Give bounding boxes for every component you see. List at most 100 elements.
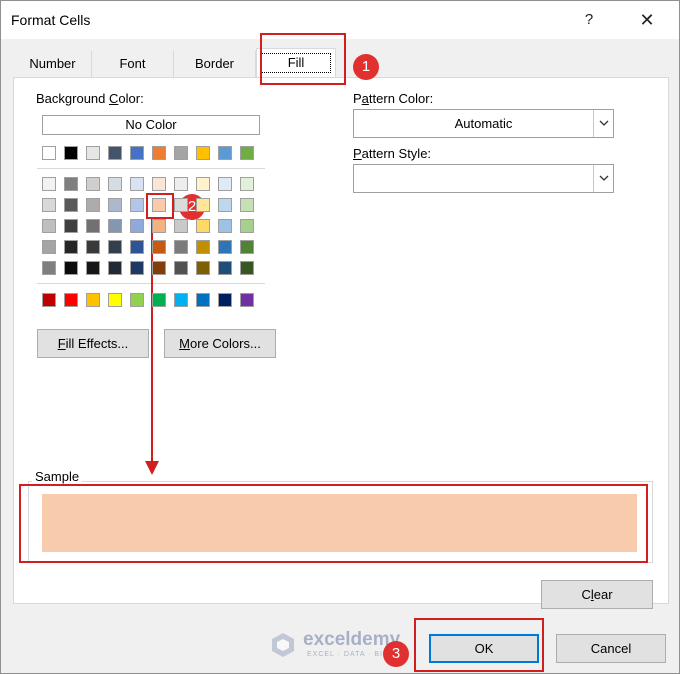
color-swatch-standard-9[interactable] — [240, 293, 254, 307]
color-swatch-theme-1[interactable] — [64, 146, 78, 160]
color-swatch-tint3-5[interactable] — [152, 240, 166, 254]
pattern-style-dropdown[interactable] — [353, 164, 614, 193]
color-swatch-tint2-0[interactable] — [42, 219, 56, 233]
color-swatch-tint2-1[interactable] — [64, 219, 78, 233]
color-swatch-tint2-9[interactable] — [240, 219, 254, 233]
color-swatch-theme-6[interactable] — [174, 146, 188, 160]
background-color-label: Background Color: — [36, 91, 144, 106]
color-swatch-standard-0[interactable] — [42, 293, 56, 307]
color-swatch-tint3-6[interactable] — [174, 240, 188, 254]
color-swatch-theme-0[interactable] — [42, 146, 56, 160]
color-swatch-tint2-5[interactable] — [152, 219, 166, 233]
color-swatch-tint1-7[interactable] — [196, 198, 210, 212]
annotation-box-sample — [19, 484, 648, 563]
color-swatch-standard-7[interactable] — [196, 293, 210, 307]
color-swatch-tint3-1[interactable] — [64, 240, 78, 254]
pattern-color-dropdown[interactable]: Automatic — [353, 109, 614, 138]
color-swatch-tint1-9[interactable] — [240, 198, 254, 212]
pattern-color-label: Pattern Color: — [353, 91, 433, 106]
color-swatch-theme-7[interactable] — [196, 146, 210, 160]
more-colors-accel: M — [179, 336, 191, 351]
color-swatch-tint2-2[interactable] — [86, 219, 100, 233]
color-swatch-standard-6[interactable] — [174, 293, 188, 307]
color-swatch-tint2-7[interactable] — [196, 219, 210, 233]
color-swatch-theme-8[interactable] — [218, 146, 232, 160]
tab-font[interactable]: Font — [92, 51, 174, 77]
color-swatch-tint4-5[interactable] — [152, 261, 166, 275]
no-color-button[interactable]: No Color — [42, 115, 260, 135]
palette-divider-top — [37, 168, 265, 169]
color-swatch-tint4-7[interactable] — [196, 261, 210, 275]
color-swatch-standard-5[interactable] — [152, 293, 166, 307]
color-swatch-tint1-2[interactable] — [86, 198, 100, 212]
color-swatch-tint4-1[interactable] — [64, 261, 78, 275]
color-swatch-standard-8[interactable] — [218, 293, 232, 307]
cancel-button[interactable]: Cancel — [556, 634, 666, 663]
chevron-down-icon[interactable] — [593, 165, 613, 192]
color-swatch-tint0-9[interactable] — [240, 177, 254, 191]
color-swatch-tint3-4[interactable] — [130, 240, 144, 254]
color-swatch-tint2-8[interactable] — [218, 219, 232, 233]
color-swatch-standard-2[interactable] — [86, 293, 100, 307]
color-swatch-tint1-6[interactable] — [174, 198, 188, 212]
annotation-box-ok — [414, 618, 544, 672]
chevron-down-icon[interactable] — [593, 110, 613, 137]
color-swatch-tint3-8[interactable] — [218, 240, 232, 254]
color-swatch-tint2-4[interactable] — [130, 219, 144, 233]
color-swatch-tint1-3[interactable] — [108, 198, 122, 212]
close-button[interactable]: ✕ — [625, 5, 669, 35]
annotation-step-3: 3 — [383, 641, 409, 667]
color-swatch-tint1-8[interactable] — [218, 198, 232, 212]
color-swatch-tint0-8[interactable] — [218, 177, 232, 191]
color-swatch-tint3-2[interactable] — [86, 240, 100, 254]
fill-effects-button[interactable]: Fill Effects... — [37, 329, 149, 358]
color-swatch-tint4-3[interactable] — [108, 261, 122, 275]
color-swatch-theme-5[interactable] — [152, 146, 166, 160]
color-swatch-tint2-3[interactable] — [108, 219, 122, 233]
tab-border[interactable]: Border — [174, 51, 256, 77]
color-swatch-tint4-8[interactable] — [218, 261, 232, 275]
color-swatch-tint1-5[interactable] — [152, 198, 166, 212]
tab-border-label: Border — [194, 56, 235, 71]
color-swatch-tint1-4[interactable] — [130, 198, 144, 212]
color-swatch-tint4-0[interactable] — [42, 261, 56, 275]
color-swatch-tint3-3[interactable] — [108, 240, 122, 254]
color-swatch-tint4-6[interactable] — [174, 261, 188, 275]
sample-label: Sample — [32, 469, 83, 484]
color-swatch-standard-4[interactable] — [130, 293, 144, 307]
color-swatch-tint0-1[interactable] — [64, 177, 78, 191]
color-swatch-standard-1[interactable] — [64, 293, 78, 307]
color-swatch-theme-4[interactable] — [130, 146, 144, 160]
color-swatch-tint3-9[interactable] — [240, 240, 254, 254]
color-swatch-tint4-2[interactable] — [86, 261, 100, 275]
color-swatch-tint0-0[interactable] — [42, 177, 56, 191]
color-swatch-tint2-6[interactable] — [174, 219, 188, 233]
color-swatch-theme-3[interactable] — [108, 146, 122, 160]
help-button[interactable]: ? — [569, 5, 609, 35]
pattern-style-label: Pattern Style: — [353, 146, 431, 161]
more-colors-button[interactable]: More Colors... — [164, 329, 276, 358]
color-swatch-standard-3[interactable] — [108, 293, 122, 307]
color-swatch-tint0-7[interactable] — [196, 177, 210, 191]
clear-label-part1: C — [581, 587, 591, 602]
exceldemy-logo-icon — [272, 633, 294, 657]
pattern-color-label-accel: a — [361, 91, 369, 106]
color-swatch-tint3-7[interactable] — [196, 240, 210, 254]
color-swatch-theme-2[interactable] — [86, 146, 100, 160]
color-swatch-tint1-0[interactable] — [42, 198, 56, 212]
color-swatch-tint0-2[interactable] — [86, 177, 100, 191]
clear-label-part2: ear — [593, 587, 613, 602]
more-colors-label: ore Colors... — [190, 336, 261, 351]
tab-number[interactable]: Number — [14, 51, 92, 77]
color-swatch-tint1-1[interactable] — [64, 198, 78, 212]
clear-button[interactable]: Clear — [541, 580, 653, 609]
color-swatch-tint4-4[interactable] — [130, 261, 144, 275]
color-swatch-tint0-3[interactable] — [108, 177, 122, 191]
color-swatch-theme-9[interactable] — [240, 146, 254, 160]
color-swatch-tint0-5[interactable] — [152, 177, 166, 191]
color-swatch-tint0-6[interactable] — [174, 177, 188, 191]
color-swatch-tint3-0[interactable] — [42, 240, 56, 254]
color-swatch-tint4-9[interactable] — [240, 261, 254, 275]
color-swatch-tint0-4[interactable] — [130, 177, 144, 191]
pattern-style-label-part2: attern Style: — [361, 146, 432, 161]
